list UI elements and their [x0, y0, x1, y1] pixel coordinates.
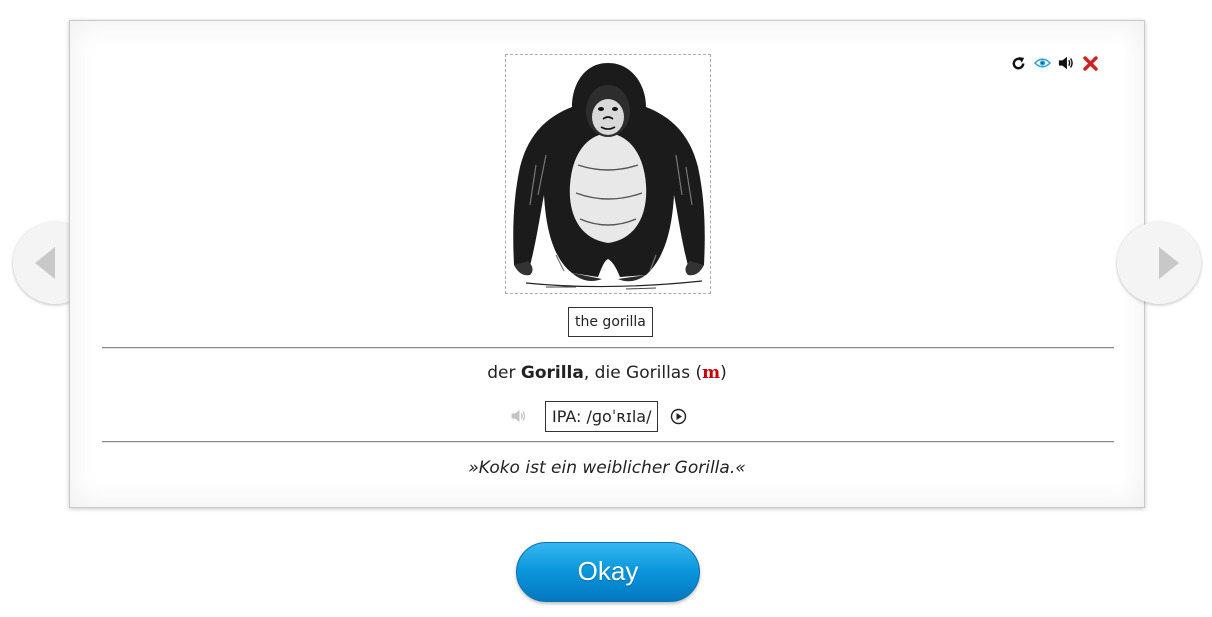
article: der	[487, 363, 516, 383]
next-card-button[interactable]	[1117, 222, 1201, 304]
speaker-icon[interactable]	[510, 406, 530, 426]
eye-icon[interactable]	[1034, 55, 1051, 72]
gorilla-illustration	[513, 63, 705, 290]
triangle-left-icon	[35, 247, 55, 279]
pronunciation-row: IPA: /ɡoˈʀɪla/	[510, 400, 688, 432]
refresh-icon[interactable]	[1010, 55, 1027, 72]
gender-marker: m	[702, 363, 721, 383]
noun: Gorilla	[520, 363, 584, 383]
translation-label: the gorilla	[568, 307, 653, 337]
close-icon[interactable]	[1082, 55, 1099, 72]
divider	[102, 347, 1114, 348]
triangle-right-icon	[1159, 247, 1179, 279]
okay-button[interactable]: Okay	[516, 542, 700, 602]
card-toolbar	[1010, 53, 1100, 73]
plural-form: , die Gorillas	[583, 363, 691, 383]
gender-close-paren: )	[720, 363, 727, 383]
word-definition: der Gorilla, die Gorillas (m)	[70, 363, 1144, 383]
divider	[102, 441, 1114, 442]
speaker-icon[interactable]	[1058, 55, 1075, 72]
word-image	[505, 54, 711, 294]
example-sentence: »Koko ist ein weiblicher Gorilla.«	[468, 458, 746, 478]
play-icon[interactable]	[670, 407, 688, 425]
ipa-transcription: IPA: /ɡoˈʀɪla/	[545, 400, 659, 432]
flashcard: the gorilla der Gorilla, die Gorillas (m…	[69, 20, 1145, 508]
